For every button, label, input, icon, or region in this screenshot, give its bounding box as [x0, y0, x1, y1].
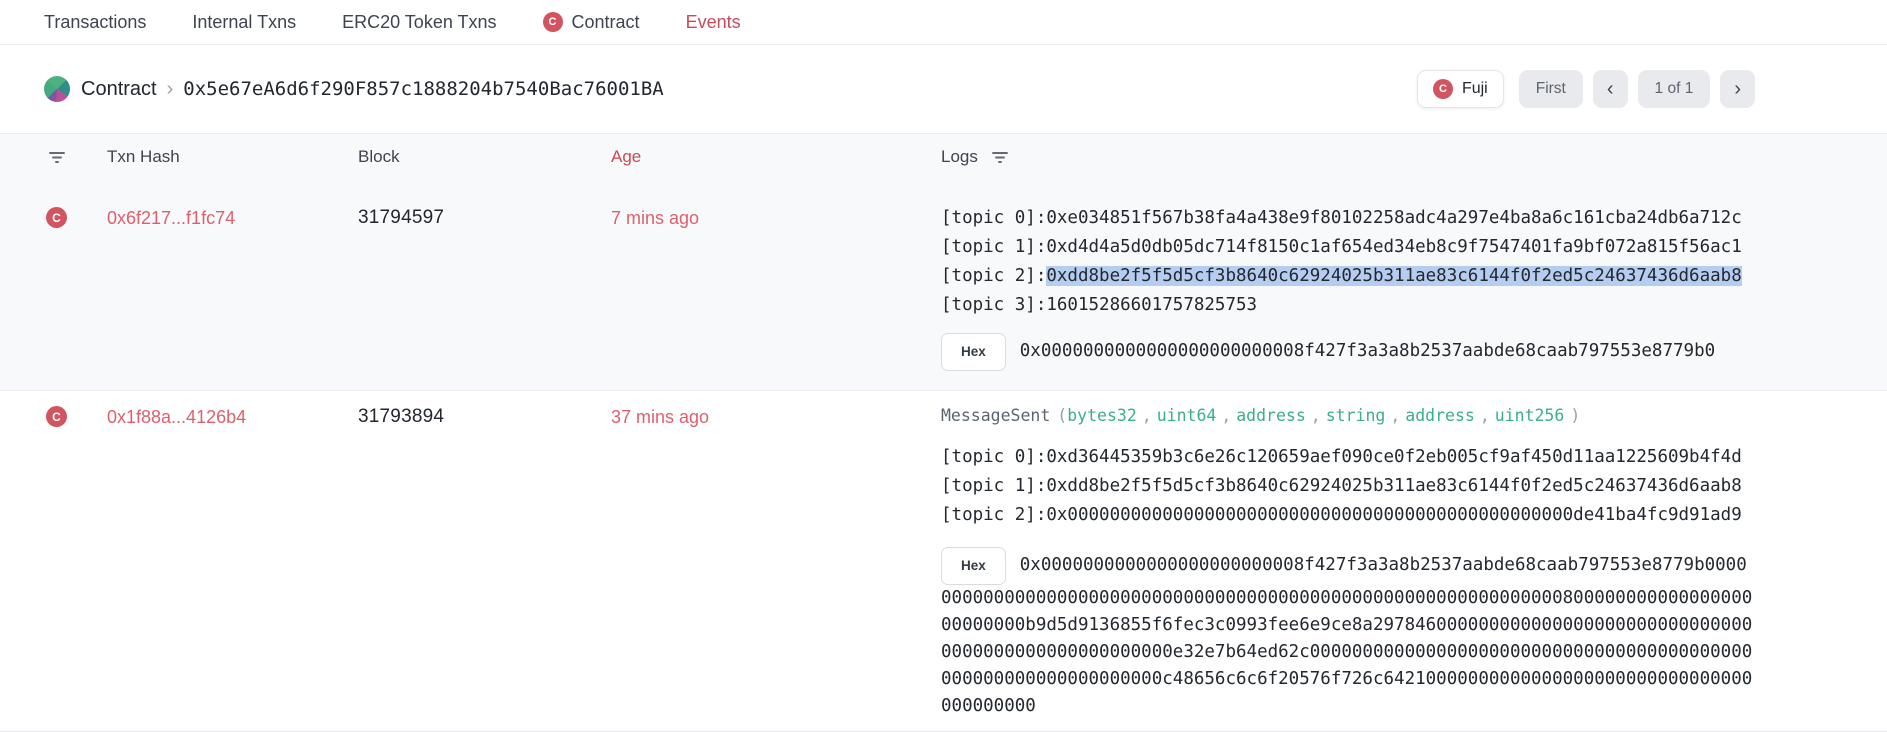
paren-open: (	[1057, 406, 1067, 425]
contract-address: 0x5e67eA6d6f290F857c1888204b7540Bac76001…	[183, 78, 663, 100]
breadcrumb-root[interactable]: Contract	[81, 78, 157, 101]
log-data-hex: 0x0000000000000000000000008f427f3a3a8b25…	[941, 555, 1752, 716]
logs-filter-icon[interactable]	[989, 148, 1011, 166]
log-topic: [topic 0]:0xe034851f567b38fa4a438e9f8010…	[941, 204, 1757, 233]
log-topic: [topic 1]:0xdd8be2f5f5d5cf3b8640c6292402…	[941, 472, 1757, 501]
topic-value: 0xd4d4a5d0db05dc714f8150c1af654ed34eb8c9…	[1046, 237, 1741, 257]
contract-identicon-icon	[44, 76, 70, 102]
hex-toggle-button[interactable]: Hex	[941, 333, 1006, 371]
event-param-type[interactable]: string	[1326, 406, 1386, 425]
log-topic: [topic 2]:0xdd8be2f5f5d5cf3b8640c6292402…	[941, 262, 1757, 291]
comma: ,	[1311, 406, 1321, 425]
event-signature: MessageSent(bytes32,uint64,address,strin…	[941, 403, 1757, 428]
events-page: Transactions Internal Txns ERC20 Token T…	[0, 0, 1887, 732]
comma: ,	[1480, 406, 1490, 425]
contract-c-icon: C	[543, 12, 563, 32]
tab-events[interactable]: Events	[686, 12, 741, 33]
topic-label: [topic 2]:	[941, 505, 1046, 525]
log-data-hex: 0x0000000000000000000000008f427f3a3a8b25…	[1020, 341, 1715, 361]
topic-value: 0xd36445359b3c6e26c120659aef090ce0f2eb00…	[1046, 447, 1741, 467]
logs-cell: MessageSent(bytes32,uint64,address,strin…	[941, 403, 1757, 720]
topic-label: [topic 3]:	[941, 295, 1046, 315]
comma: ,	[1142, 406, 1152, 425]
event-name: MessageSent	[941, 406, 1050, 425]
column-header-logs: Logs	[941, 147, 978, 167]
hex-toggle-button[interactable]: Hex	[941, 547, 1006, 585]
log-topic: [topic 0]:0xd36445359b3c6e26c120659aef09…	[941, 443, 1757, 472]
txn-hash-link[interactable]: 0x6f217...f1fc74	[107, 207, 235, 229]
table-header: Txn Hash Block Age Logs	[0, 134, 1887, 179]
log-topic: [topic 1]:0xd4d4a5d0db05dc714f8150c1af65…	[941, 233, 1757, 262]
event-row: C 0x1f88a...4126b4 31793894 37 mins ago …	[0, 391, 1887, 732]
pagination-next-button[interactable]: ›	[1720, 70, 1755, 108]
topic-value: 0xe034851f567b38fa4a438e9f80102258adc4a2…	[1046, 208, 1741, 228]
tab-erc20-token-txns[interactable]: ERC20 Token Txns	[342, 12, 496, 33]
network-selector-button[interactable]: C Fuji	[1417, 70, 1504, 108]
filter-icon[interactable]	[46, 148, 68, 166]
event-param-type[interactable]: uint64	[1157, 406, 1217, 425]
log-data-row: Hex0x0000000000000000000000008f427f3a3a8…	[941, 547, 1757, 720]
network-label: Fuji	[1462, 80, 1488, 98]
topic-label: [topic 1]:	[941, 237, 1046, 257]
topic-value: 16015286601757825753	[1046, 295, 1257, 315]
paren-close: )	[1570, 406, 1580, 425]
logs-cell: [topic 0]:0xe034851f567b38fa4a438e9f8010…	[941, 204, 1757, 371]
comma: ,	[1390, 406, 1400, 425]
topic-value-selected: 0xdd8be2f5f5d5cf3b8640c62924025b311ae83c…	[1046, 266, 1741, 286]
tab-contract-label: Contract	[572, 12, 640, 33]
event-param-type[interactable]: address	[1405, 406, 1475, 425]
topic-value: 0xdd8be2f5f5d5cf3b8640c62924025b311ae83c…	[1046, 476, 1741, 496]
contract-call-c-icon: C	[46, 406, 67, 427]
contract-header: Contract › 0x5e67eA6d6f290F857c1888204b7…	[0, 45, 1887, 134]
comma: ,	[1221, 406, 1231, 425]
pagination-prev-button[interactable]: ‹	[1593, 70, 1628, 108]
log-topic: [topic 2]:0x0000000000000000000000000000…	[941, 501, 1757, 530]
event-param-type[interactable]: uint256	[1495, 406, 1565, 425]
tab-internal-txns[interactable]: Internal Txns	[192, 12, 296, 33]
topic-value: 0x00000000000000000000000000000000000000…	[1046, 505, 1741, 525]
fuji-network-icon: C	[1433, 79, 1453, 99]
block-number: 31794597	[358, 207, 611, 229]
tab-contract[interactable]: C Contract	[543, 12, 640, 33]
header-actions: C Fuji First ‹ 1 of 1 ›	[1417, 70, 1755, 108]
breadcrumb: Contract › 0x5e67eA6d6f290F857c1888204b7…	[44, 76, 664, 102]
event-param-type[interactable]: address	[1236, 406, 1306, 425]
column-header-age[interactable]: Age	[611, 147, 941, 167]
topic-label: [topic 0]:	[941, 447, 1046, 467]
tab-transactions[interactable]: Transactions	[44, 12, 146, 33]
topic-label: [topic 1]:	[941, 476, 1046, 496]
column-header-txn-hash: Txn Hash	[107, 147, 358, 167]
log-data-row: Hex 0x0000000000000000000000008f427f3a3a8…	[941, 333, 1757, 371]
pagination-first-button[interactable]: First	[1519, 70, 1583, 108]
log-topic: [topic 3]:16015286601757825753	[941, 291, 1757, 320]
event-param-type[interactable]: bytes32	[1067, 406, 1137, 425]
breadcrumb-separator-icon: ›	[167, 78, 174, 101]
txn-hash-link[interactable]: 0x1f88a...4126b4	[107, 406, 246, 428]
event-row: C 0x6f217...f1fc74 31794597 7 mins ago […	[0, 179, 1887, 391]
contract-call-c-icon: C	[46, 207, 67, 228]
age-text: 7 mins ago	[611, 207, 941, 229]
pagination-page-indicator: 1 of 1	[1638, 70, 1711, 108]
tab-bar: Transactions Internal Txns ERC20 Token T…	[0, 0, 1887, 45]
topic-label: [topic 0]:	[941, 208, 1046, 228]
column-header-block: Block	[358, 147, 611, 167]
age-text: 37 mins ago	[611, 406, 941, 428]
block-number: 31793894	[358, 406, 611, 428]
topic-label: [topic 2]:	[941, 266, 1046, 286]
